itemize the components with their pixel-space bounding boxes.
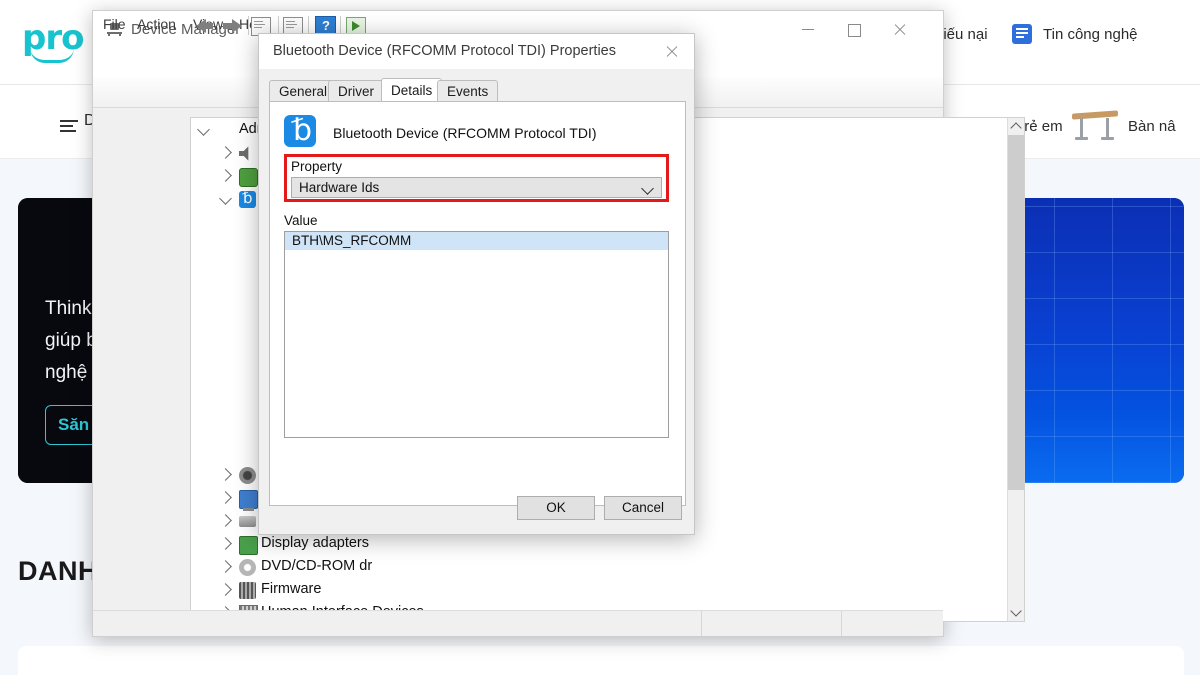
computer-icon [217, 122, 234, 139]
category-item-bannang[interactable]: Bàn nâ [1128, 118, 1176, 135]
status-bar [93, 610, 943, 636]
forward-arrow-tail [223, 23, 232, 29]
battery-icon [239, 168, 258, 187]
display-adapter-icon [239, 536, 258, 555]
cancel-button[interactable]: Cancel [604, 496, 682, 520]
tree-node-label: Firmware [261, 581, 322, 597]
dvd-icon [239, 559, 256, 576]
value-row-selected[interactable]: BTH\MS_RFCOMM [285, 232, 668, 250]
bluetooth-icon [239, 189, 256, 208]
chevron-right-icon[interactable] [219, 514, 232, 527]
audio-icon [239, 146, 249, 161]
scrollbar-thumb[interactable] [1008, 135, 1024, 490]
chevron-right-icon[interactable] [219, 537, 232, 550]
ok-button[interactable]: OK [517, 496, 595, 520]
tree-node[interactable]: Firmware [191, 579, 1024, 602]
disk-icon [239, 516, 256, 527]
value-label: Value [284, 213, 318, 228]
tab-general[interactable]: General [269, 80, 338, 102]
hamburger-icon[interactable] [60, 120, 78, 132]
cancel-label: Cancel [621, 500, 665, 515]
dialog-tabs: General Driver Details Events [269, 78, 684, 102]
news-icon [1012, 24, 1032, 44]
tree-node-label: Display adapters [261, 535, 369, 551]
tree-node[interactable]: Display adapters [191, 533, 1024, 556]
toolbar-separator [248, 16, 249, 35]
topnav-item-tincongnghe[interactable]: Tin công nghệ [1043, 26, 1138, 43]
dialog-close-button[interactable] [649, 34, 694, 69]
status-segment-2 [841, 611, 944, 636]
section-title: DANH [18, 556, 98, 586]
banner-line-2: giúp b [45, 330, 97, 351]
dialog-title: Bluetooth Device (RFCOMM Protocol TDI) P… [273, 43, 617, 59]
scroll-up-arrow[interactable] [1008, 118, 1024, 134]
chevron-right-icon[interactable] [219, 146, 232, 159]
tab-events[interactable]: Events [437, 80, 499, 102]
tree-node[interactable]: DVD/CD-ROM dr [191, 556, 1024, 579]
firmware-icon [239, 582, 256, 599]
computer-monitor-icon [239, 490, 258, 511]
scroll-down-arrow[interactable] [1008, 605, 1024, 621]
chevron-down-icon [641, 182, 654, 195]
menu-item-file[interactable]: File [103, 16, 126, 32]
close-button[interactable] [877, 11, 923, 49]
property-dropdown[interactable]: Hardware Ids [291, 177, 662, 198]
status-segment-1 [701, 611, 842, 636]
value-list[interactable]: BTH\MS_RFCOMM [284, 231, 669, 438]
banner-line-3: nghệ [45, 362, 88, 383]
device-name-label: Bluetooth Device (RFCOMM Protocol TDI) [333, 125, 597, 141]
menu-item-action[interactable]: Action [137, 16, 176, 32]
tab-driver[interactable]: Driver [328, 80, 384, 102]
ok-label: OK [546, 500, 566, 515]
chevron-right-icon[interactable] [219, 583, 232, 596]
chevron-down-icon[interactable] [197, 123, 210, 136]
back-arrow-tail [205, 23, 213, 29]
banner-cta-label: Săn [58, 415, 90, 434]
value-text: BTH\MS_RFCOMM [292, 233, 412, 248]
chevron-right-icon[interactable] [219, 468, 232, 481]
property-label: Property [291, 159, 343, 174]
property-dropdown-value: Hardware Ids [299, 180, 380, 195]
tree-node-label: DVD/CD-ROM dr [261, 558, 373, 574]
chevron-right-icon[interactable] [219, 491, 232, 504]
camera-icon [239, 467, 256, 484]
details-tab-panel: Bluetooth Device (RFCOMM Protocol TDI) P… [269, 101, 686, 506]
chevron-right-icon[interactable] [219, 560, 232, 573]
chevron-down-icon[interactable] [219, 192, 232, 205]
chevron-right-icon[interactable] [219, 169, 232, 182]
minimize-button[interactable] [785, 11, 831, 49]
desk-icon [1072, 110, 1118, 142]
maximize-button[interactable] [831, 11, 877, 49]
forward-arrow-icon[interactable] [232, 19, 242, 33]
product-card-strip [18, 646, 1184, 675]
tree-scrollbar[interactable] [1007, 118, 1024, 621]
properties-dialog: Bluetooth Device (RFCOMM Protocol TDI) P… [258, 33, 695, 535]
bluetooth-icon [284, 113, 316, 148]
tab-details[interactable]: Details [381, 78, 443, 102]
